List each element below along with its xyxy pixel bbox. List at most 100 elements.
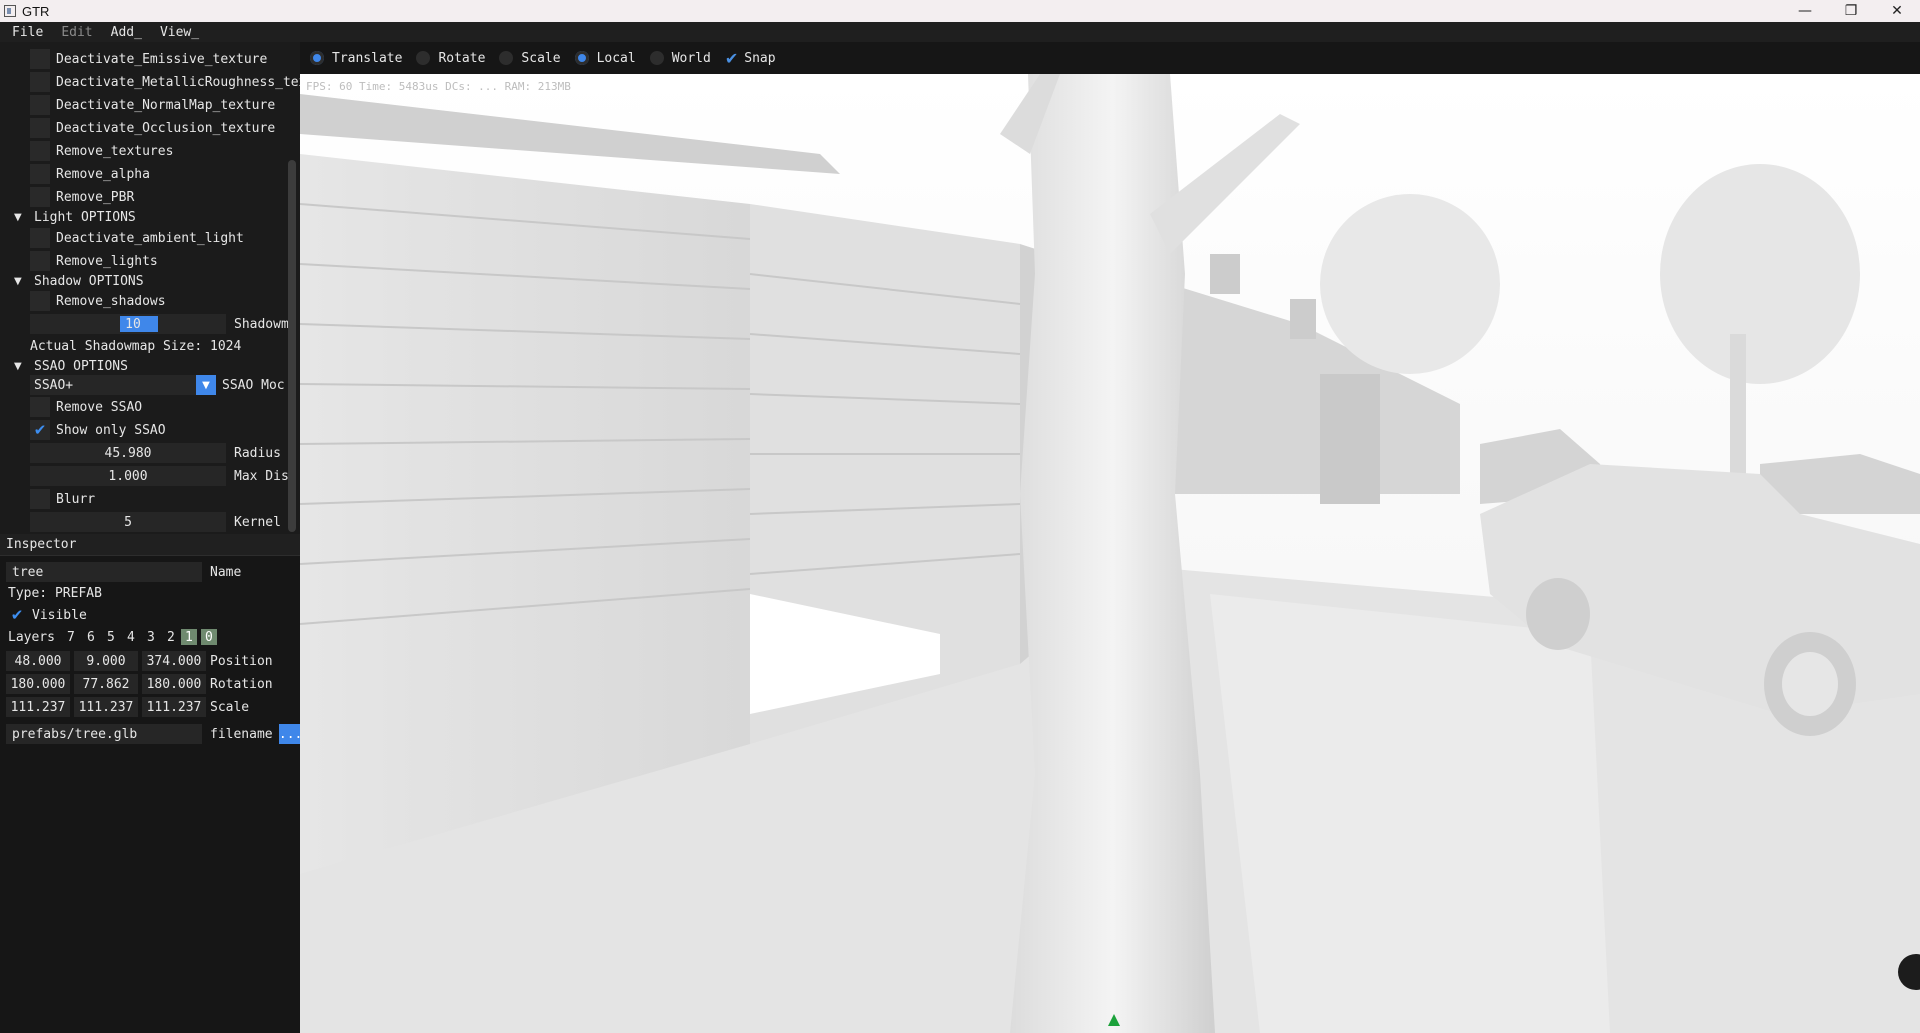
chevron-down-icon[interactable]: ▼ — [196, 375, 216, 395]
layer-toggle-1[interactable]: 1 — [180, 629, 197, 645]
window-title-bar: GTR — ❐ ✕ — [0, 0, 1920, 22]
option-remove-ssao[interactable]: Remove SSAO — [30, 396, 142, 418]
scale-radio[interactable]: Scale — [499, 50, 561, 66]
shadowmap-slider-row: 10 Shadowma — [30, 313, 297, 335]
radio-icon — [499, 51, 514, 65]
checkbox[interactable] — [30, 95, 50, 115]
local-radio[interactable]: Local — [574, 51, 636, 66]
checkbox[interactable] — [30, 72, 50, 92]
restore-icon[interactable]: ❐ — [1828, 0, 1874, 22]
menu-add[interactable]: Add_ — [99, 25, 148, 40]
option-deactivate-metallic[interactable]: Deactivate_MetallicRoughness_text — [30, 71, 300, 93]
radio-label: Rotate — [438, 50, 486, 66]
option-blurr[interactable]: Blurr — [30, 488, 95, 510]
scale-label: Scale — [210, 699, 250, 715]
check-icon[interactable]: ✔ — [30, 420, 50, 440]
check-icon[interactable]: ✔ — [8, 606, 26, 624]
layer-toggle-5[interactable]: 5 — [101, 630, 121, 645]
field-value: 374.000 — [146, 653, 202, 669]
shadow-options-header[interactable]: ▼ Shadow OPTIONS — [0, 270, 144, 292]
filename-label: filename — [210, 726, 273, 742]
option-deactivate-normalmap[interactable]: Deactivate_NormalMap_texture — [30, 94, 275, 116]
scale-x-field[interactable]: 111.237 — [6, 697, 70, 717]
minimize-icon[interactable]: — — [1782, 0, 1828, 22]
rotation-y-field[interactable]: 77.862 — [74, 674, 138, 694]
option-deactivate-emissive[interactable]: Deactivate_Emissive_texture — [30, 48, 267, 70]
field-value: 9.000 — [86, 653, 126, 669]
radius-drag-field[interactable]: 45.980 — [30, 443, 226, 463]
type-text: Type: PREFAB — [8, 585, 102, 601]
position-y-field[interactable]: 9.000 — [74, 651, 138, 671]
menu-edit[interactable]: Edit — [49, 25, 98, 40]
layer-toggle-0[interactable]: 0 — [200, 629, 217, 645]
distant-tree — [1320, 194, 1500, 374]
scale-row: 111.237 111.237 111.237 Scale — [6, 696, 249, 718]
field-value: 77.862 — [82, 676, 130, 692]
options-scrollbar[interactable] — [288, 160, 296, 532]
option-label: Remove_shadows — [56, 293, 166, 309]
scale-z-field[interactable]: 111.237 — [142, 697, 206, 717]
shadowmap-slider[interactable]: 10 — [30, 314, 226, 334]
scale-y-field[interactable]: 111.237 — [74, 697, 138, 717]
option-remove-lights[interactable]: Remove_lights — [30, 250, 158, 272]
app-icon — [4, 5, 16, 17]
field-value: 48.000 — [14, 653, 62, 669]
snap-checkbox[interactable]: ✔ Snap — [725, 49, 776, 68]
render-options-panel: Deactivate_Emissive_texture Deactivate_M… — [0, 42, 300, 534]
ssao-radius-row: 45.980 Radius — [30, 442, 281, 464]
option-deactivate-occlusion[interactable]: Deactivate_Occlusion_texture — [30, 117, 275, 139]
option-label: Deactivate_ambient_light — [56, 230, 244, 246]
world-radio[interactable]: World — [649, 51, 711, 66]
kernel-drag-field[interactable]: 5 — [30, 512, 226, 532]
layer-toggle-6[interactable]: 6 — [81, 630, 101, 645]
light-options-header[interactable]: ▼ Light OPTIONS — [0, 206, 136, 228]
filename-input[interactable]: prefabs/tree.glb — [6, 724, 202, 744]
option-remove-pbr[interactable]: Remove_PBR — [30, 186, 134, 208]
actual-shadowmap-size: Actual Shadowmap Size: 1024 — [30, 335, 241, 357]
checkbox[interactable] — [30, 118, 50, 138]
checkbox[interactable] — [30, 251, 50, 271]
visible-row[interactable]: ✔ Visible — [8, 604, 87, 626]
radio-label: Scale — [521, 50, 561, 66]
rotation-row: 180.000 77.862 180.000 Rotation — [6, 673, 273, 695]
checkbox[interactable] — [30, 228, 50, 248]
layer-toggle-2[interactable]: 2 — [161, 630, 181, 645]
rotation-x-field[interactable]: 180.000 — [6, 674, 70, 694]
ssao-mode-dropdown[interactable]: SSAO+ — [30, 375, 196, 395]
rotate-radio[interactable]: Rotate — [416, 51, 485, 66]
maxdist-drag-field[interactable]: 1.000 — [30, 466, 226, 486]
rotation-z-field[interactable]: 180.000 — [142, 674, 206, 694]
layer-toggle-4[interactable]: 4 — [121, 630, 141, 645]
close-icon[interactable]: ✕ — [1874, 0, 1920, 22]
option-deactivate-ambient[interactable]: Deactivate_ambient_light — [30, 227, 244, 249]
field-value: 45.980 — [104, 445, 152, 461]
scene-viewport[interactable]: Translate Rotate Scale Local World ✔ Snap — [300, 42, 1920, 1033]
option-remove-textures[interactable]: Remove_textures — [30, 140, 173, 162]
option-show-only-ssao[interactable]: ✔ Show only SSAO — [30, 419, 166, 441]
inspector-header[interactable]: Inspector — [0, 534, 300, 556]
menu-view[interactable]: View_ — [148, 25, 205, 40]
checkbox[interactable] — [30, 397, 50, 417]
checkbox-label: Snap — [744, 50, 776, 66]
checkbox[interactable] — [30, 141, 50, 161]
translate-radio[interactable]: Translate — [310, 51, 402, 66]
checkbox[interactable] — [30, 164, 50, 184]
position-label: Position — [210, 653, 273, 669]
position-x-field[interactable]: 48.000 — [6, 651, 70, 671]
truck-wheel — [1526, 578, 1590, 650]
option-label: Show only SSAO — [56, 422, 166, 438]
distant-tree — [1660, 164, 1860, 384]
checkbox[interactable] — [30, 489, 50, 509]
position-z-field[interactable]: 374.000 — [142, 651, 206, 671]
checkbox[interactable] — [30, 49, 50, 69]
name-input[interactable]: tree — [6, 562, 202, 582]
checkbox[interactable] — [30, 187, 50, 207]
field-value: 180.000 — [146, 676, 202, 692]
option-remove-alpha[interactable]: Remove_alpha — [30, 163, 150, 185]
layer-toggle-7[interactable]: 7 — [61, 630, 81, 645]
layer-toggle-3[interactable]: 3 — [141, 630, 161, 645]
checkbox[interactable] — [30, 291, 50, 311]
option-remove-shadows[interactable]: Remove_shadows — [30, 290, 166, 312]
radio-selected-icon — [310, 51, 324, 65]
menu-file[interactable]: File — [0, 25, 49, 40]
